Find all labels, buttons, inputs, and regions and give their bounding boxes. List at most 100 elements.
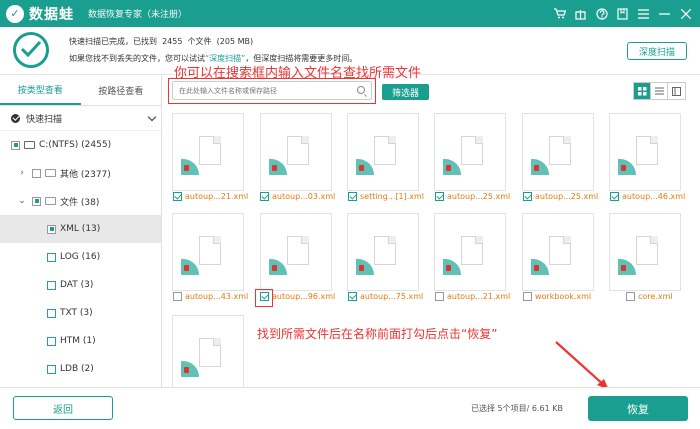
file-thumbnail[interactable] bbox=[172, 113, 244, 191]
file-item[interactable]: autoup...21.xml bbox=[173, 192, 248, 201]
file-thumbnail[interactable] bbox=[172, 315, 244, 387]
tree-item-log[interactable]: LOG (16) bbox=[0, 243, 161, 271]
menu-icon[interactable] bbox=[633, 0, 654, 27]
file-item[interactable]: autoup...25.xml bbox=[435, 192, 510, 201]
back-button[interactable]: 返回 bbox=[13, 396, 113, 420]
tree-checkbox[interactable] bbox=[47, 364, 56, 374]
deep-scan-button[interactable]: 深度扫描 bbox=[627, 42, 687, 60]
tree-checkbox[interactable] bbox=[47, 280, 56, 290]
chevron-down-icon[interactable]: ⌄ bbox=[18, 196, 26, 206]
selection-summary: 已选择 5个项目/ 6.61 KB bbox=[471, 404, 563, 413]
chevron-down-icon[interactable] bbox=[147, 112, 157, 122]
deleted-badge-icon bbox=[618, 159, 636, 175]
tree-checkbox[interactable] bbox=[11, 140, 20, 150]
file-item[interactable]: autoup...46.xml bbox=[610, 192, 685, 201]
quick-scan-label: 快速扫描 bbox=[26, 114, 63, 125]
file-item[interactable]: core.xml bbox=[626, 292, 673, 301]
file-checkbox[interactable] bbox=[173, 292, 182, 301]
cart-icon[interactable] bbox=[549, 0, 570, 27]
file-thumbnail[interactable] bbox=[609, 213, 681, 291]
tree-item-drive-c[interactable]: C:(NTFS) (2455) bbox=[0, 131, 161, 159]
gift-icon[interactable] bbox=[570, 0, 591, 27]
file-thumbnail[interactable] bbox=[347, 213, 419, 291]
tree-item-txt[interactable]: TXT (3) bbox=[0, 299, 161, 327]
file-thumbnail[interactable] bbox=[434, 213, 506, 291]
file-checkbox[interactable] bbox=[260, 192, 269, 201]
tree-item-label: DAT (3) bbox=[60, 280, 94, 290]
file-checkbox[interactable] bbox=[523, 292, 532, 301]
minimize-icon[interactable] bbox=[654, 0, 675, 27]
tree-item-other[interactable]: › 其他 (2377) bbox=[0, 159, 161, 187]
help-icon[interactable] bbox=[591, 0, 612, 27]
file-checkbox[interactable] bbox=[435, 192, 444, 201]
tree-item-htm[interactable]: HTM (1) bbox=[0, 327, 161, 355]
chevron-right-icon[interactable]: › bbox=[18, 168, 26, 178]
search-box[interactable] bbox=[172, 81, 372, 100]
file-thumbnail[interactable] bbox=[172, 213, 244, 291]
file-checkbox[interactable] bbox=[348, 192, 357, 201]
file-checkbox[interactable] bbox=[523, 192, 532, 201]
file-thumbnail[interactable] bbox=[522, 113, 594, 191]
file-thumbnail[interactable] bbox=[347, 113, 419, 191]
folder-icon bbox=[45, 169, 56, 177]
close-icon[interactable] bbox=[675, 0, 696, 27]
tab-by-type[interactable]: 按类型查看 bbox=[0, 76, 81, 105]
deleted-badge-icon bbox=[269, 259, 287, 275]
quick-scan-status-icon bbox=[11, 113, 20, 123]
recover-annotation: 找到所需文件后在名称前面打勾后点击“恢复” bbox=[257, 327, 498, 341]
file-item[interactable]: autoup...25.xml bbox=[523, 192, 598, 201]
filter-button[interactable]: 筛选器 bbox=[382, 84, 429, 100]
recover-button[interactable]: 恢复 bbox=[588, 396, 688, 421]
sidebar: 按类型查看 按路径查看 快速扫描 C:(NTFS) (2455) › 其他 (2… bbox=[0, 76, 162, 387]
checkbox-highlight-box bbox=[255, 289, 273, 307]
deleted-badge-icon bbox=[181, 259, 199, 275]
tree-checkbox[interactable] bbox=[47, 252, 56, 262]
deleted-badge-icon bbox=[269, 159, 287, 175]
file-thumbnail[interactable] bbox=[609, 113, 681, 191]
tree-item-dat[interactable]: DAT (3) bbox=[0, 271, 161, 299]
title-bar: ✓ 数据蛙 数据恢复专家（未注册） bbox=[0, 0, 700, 27]
list-view-icon[interactable] bbox=[651, 83, 668, 99]
scan-complete-icon bbox=[13, 32, 49, 68]
tree-checkbox[interactable] bbox=[32, 168, 41, 178]
file-checkbox[interactable] bbox=[173, 192, 182, 201]
file-checkbox[interactable] bbox=[610, 192, 619, 201]
search-input[interactable] bbox=[179, 85, 349, 97]
tree-item-documents[interactable]: ⌄ 文件 (38) bbox=[0, 187, 161, 215]
file-thumbnail[interactable] bbox=[260, 113, 332, 191]
deleted-badge-icon bbox=[181, 159, 199, 175]
tree-item-ldb[interactable]: LDB (2) bbox=[0, 355, 161, 383]
deleted-badge-icon bbox=[443, 259, 461, 275]
detail-view-icon[interactable] bbox=[668, 83, 685, 99]
file-icon bbox=[199, 136, 221, 165]
file-item[interactable]: autoup...03.xml bbox=[260, 192, 335, 201]
file-icon bbox=[461, 136, 483, 165]
quick-scan-header[interactable]: 快速扫描 bbox=[0, 106, 161, 131]
tree-item-xml[interactable]: XML (13) bbox=[0, 215, 161, 243]
file-checkbox[interactable] bbox=[435, 292, 444, 301]
tab-by-path[interactable]: 按路径查看 bbox=[81, 76, 162, 105]
file-checkbox[interactable] bbox=[348, 292, 357, 301]
file-icon bbox=[287, 136, 309, 165]
file-item[interactable]: autoup...75.xml bbox=[348, 292, 423, 301]
file-item[interactable]: autoup...21.xml bbox=[435, 292, 510, 301]
file-checkbox[interactable] bbox=[626, 292, 635, 301]
file-item[interactable]: workbook.xml bbox=[523, 292, 591, 301]
tree-checkbox[interactable] bbox=[47, 336, 56, 346]
file-thumbnail[interactable] bbox=[260, 213, 332, 291]
tree-checkbox[interactable] bbox=[47, 224, 56, 234]
grid-view-icon[interactable] bbox=[634, 83, 651, 99]
bookmark-icon[interactable] bbox=[612, 0, 633, 27]
tree-checkbox[interactable] bbox=[47, 308, 56, 318]
file-name: setting...[1].xml bbox=[360, 192, 424, 201]
scan-result-text: 快速扫描已完成，已找到 2455 个文件 (205 MB) bbox=[69, 36, 253, 47]
tree-checkbox[interactable] bbox=[32, 196, 41, 206]
file-item[interactable]: autoup...43.xml bbox=[173, 292, 248, 301]
file-thumbnail[interactable] bbox=[522, 213, 594, 291]
file-icon bbox=[199, 338, 221, 367]
file-item[interactable]: setting...[1].xml bbox=[348, 192, 424, 201]
search-icon[interactable] bbox=[357, 86, 365, 94]
file-icon bbox=[461, 236, 483, 265]
file-thumbnail[interactable] bbox=[434, 113, 506, 191]
file-name: autoup...21.xml bbox=[185, 192, 249, 201]
